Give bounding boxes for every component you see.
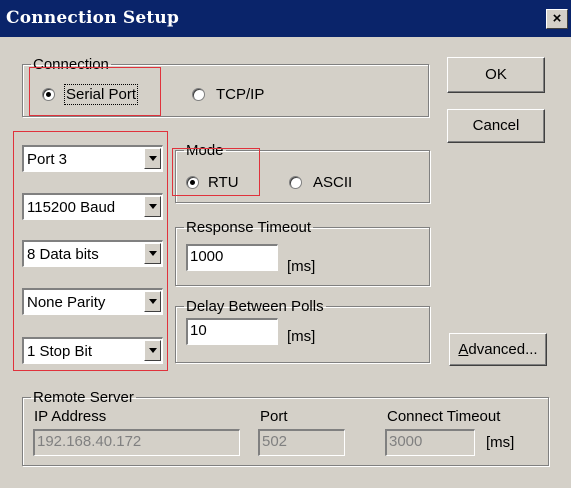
advanced-button[interactable]: Advanced... [449,333,547,366]
response-timeout-unit: [ms] [287,258,316,275]
ip-address-input[interactable]: 192.168.40.172 [33,429,240,456]
close-icon: × [552,10,562,27]
connection-setup-dialog: Connection Setup × Connection Serial Por… [0,0,571,488]
ok-button-label: OK [485,66,507,83]
delay-between-polls-input[interactable]: 10 [186,318,278,345]
ascii-label[interactable]: ASCII [313,174,352,191]
remote-server-legend: Remote Server [33,389,134,406]
connect-timeout-unit: [ms] [486,434,515,451]
tcpip-radio[interactable] [192,88,205,101]
title-bar[interactable]: Connection Setup × [0,0,571,37]
tcpip-label[interactable]: TCP/IP [216,86,264,103]
serial-settings-highlight [13,131,168,371]
delay-between-polls-legend: Delay Between Polls [186,298,324,315]
remote-port-input[interactable]: 502 [258,429,345,456]
connect-timeout-input[interactable]: 3000 [385,429,475,456]
serial-port-highlight [29,67,161,116]
ok-button[interactable]: OK [447,57,545,93]
delay-between-polls-unit: [ms] [287,328,316,345]
mode-rtu-highlight [172,148,260,196]
ascii-radio[interactable] [289,176,302,189]
response-timeout-input[interactable]: 1000 [186,244,278,271]
close-button[interactable]: × [546,9,568,29]
remote-port-label: Port [260,408,288,425]
cancel-button[interactable]: Cancel [447,109,545,143]
advanced-button-label: dvanced... [468,341,538,358]
ip-address-label: IP Address [34,408,107,425]
dialog-title: Connection Setup [6,8,180,28]
connect-timeout-label: Connect Timeout [387,408,501,425]
cancel-button-label: Cancel [472,117,520,134]
response-timeout-legend: Response Timeout [186,219,312,236]
advanced-button-accesskey: A [458,341,469,358]
